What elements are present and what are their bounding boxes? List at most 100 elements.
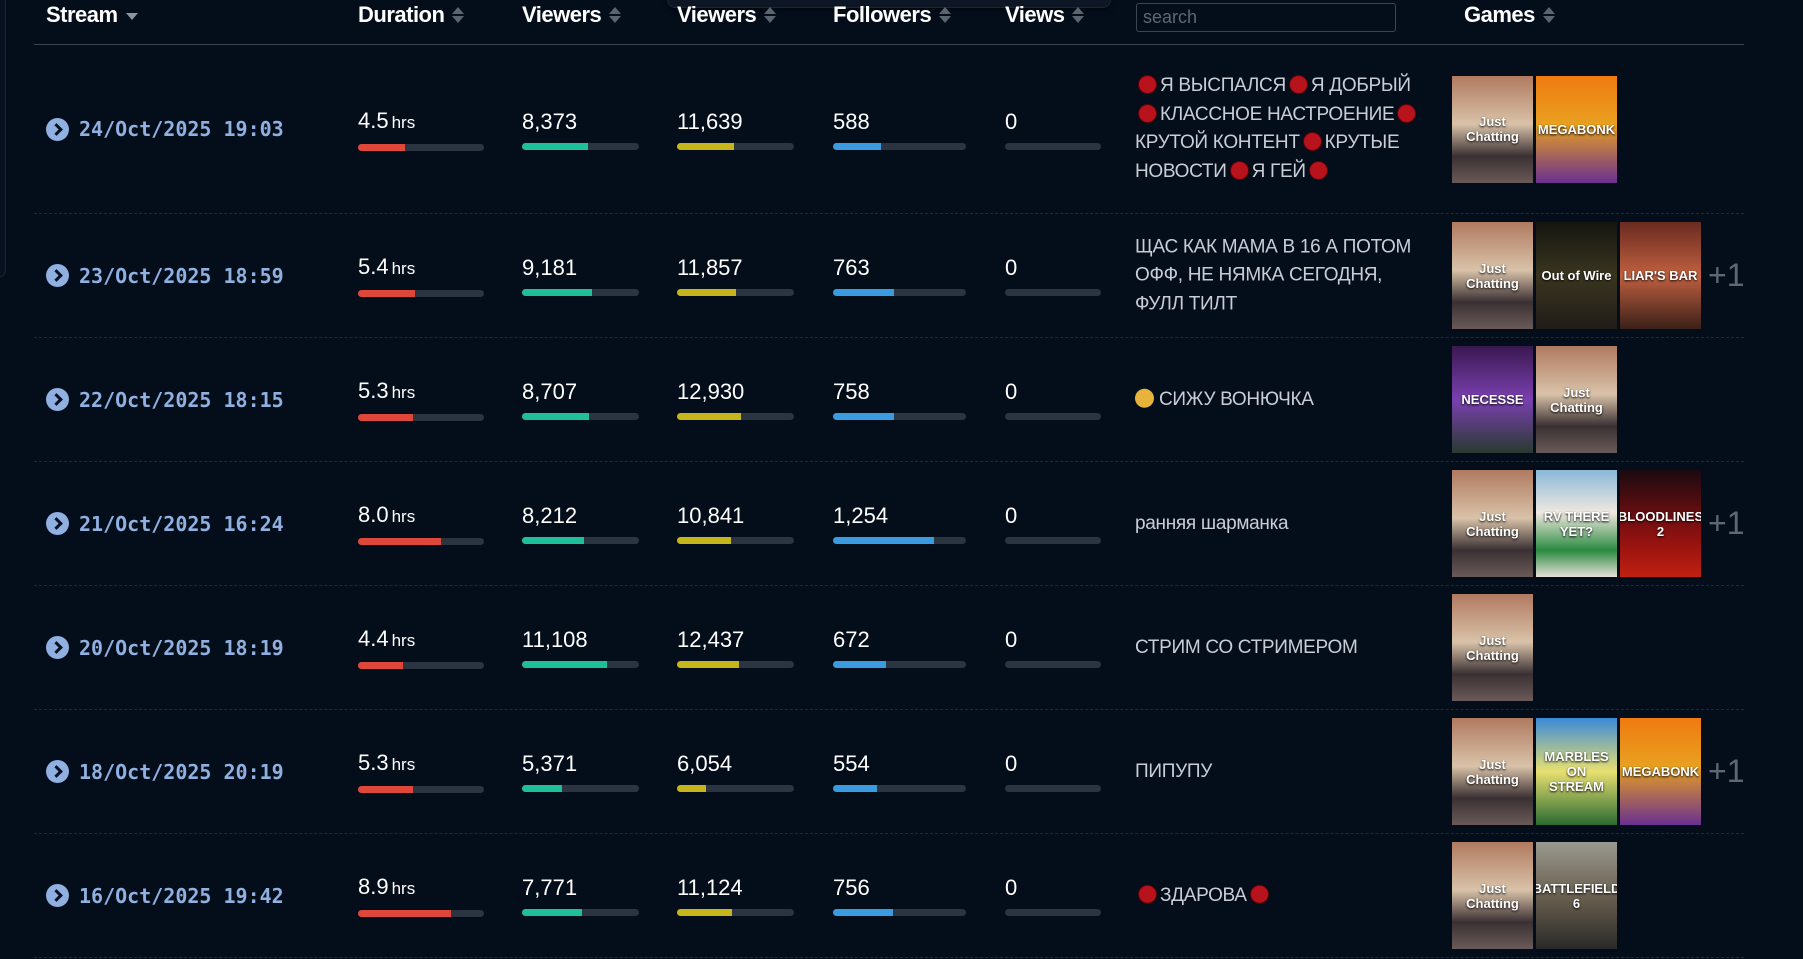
viewers-peak-cell: 11,124	[677, 834, 794, 957]
table-row: 21/Oct/2025 16:24 8.0 hrs 8,212 10,841 1,254 0…	[34, 462, 1744, 586]
duration-bar	[358, 662, 484, 669]
chevron-right-icon[interactable]	[46, 264, 69, 287]
views-bar	[1005, 785, 1101, 792]
header-games[interactable]: Games	[1464, 2, 1555, 28]
stream-title: ПИПУПУ	[1135, 710, 1435, 833]
views-cell: 0	[1005, 462, 1101, 585]
stream-date[interactable]: 18/Oct/2025 20:19	[79, 760, 284, 784]
stream-title: ЗДАРОВА	[1135, 834, 1435, 957]
unit-label: hrs	[391, 507, 416, 526]
game-name: Just Chatting	[1550, 384, 1603, 415]
stream-cell[interactable]: 16/Oct/2025 19:42	[46, 834, 284, 957]
duration-bar	[358, 414, 484, 421]
header-followers[interactable]: Followers	[833, 2, 952, 28]
header-views[interactable]: Views	[1005, 2, 1085, 28]
stream-cell[interactable]: 21/Oct/2025 16:24	[46, 462, 284, 585]
viewers-avg-cell: 8,373	[522, 45, 639, 213]
bar-fill	[522, 537, 584, 544]
duration-bar	[358, 910, 484, 917]
views-cell: 0	[1005, 338, 1101, 461]
duration-cell: 4.5 hrs	[358, 45, 484, 213]
followers-cell: 763	[833, 214, 966, 337]
chevron-right-icon[interactable]	[46, 512, 69, 535]
red-circle-emoji-icon	[1138, 75, 1157, 94]
stream-date[interactable]: 23/Oct/2025 18:59	[79, 264, 284, 288]
table-body: 24/Oct/2025 19:03 4.5 hrs 8,373 11,639 588 0 Я …	[34, 45, 1744, 958]
viewers-peak-bar	[677, 537, 794, 544]
value-text: 12,437	[677, 627, 745, 652]
stream-date[interactable]: 21/Oct/2025 16:24	[79, 512, 284, 536]
chevron-right-icon[interactable]	[46, 760, 69, 783]
viewers-peak-bar	[677, 142, 794, 150]
followers-bar	[833, 413, 966, 420]
game-thumbnail[interactable]: Just Chatting	[1452, 470, 1533, 577]
value-text: 763	[833, 255, 870, 280]
games-cell: Just Chatting BATTLEFIELD 6	[1452, 834, 1617, 957]
value-text: 0	[1005, 751, 1018, 776]
chevron-right-icon[interactable]	[46, 884, 69, 907]
followers-bar	[833, 909, 966, 916]
game-thumbnail[interactable]: MEGABONK	[1620, 718, 1701, 825]
stream-cell[interactable]: 20/Oct/2025 18:19	[46, 586, 284, 709]
stream-date[interactable]: 20/Oct/2025 18:19	[79, 636, 284, 660]
game-thumbnail[interactable]: Just Chatting	[1452, 75, 1533, 183]
stream-date[interactable]: 24/Oct/2025 19:03	[79, 117, 284, 141]
header-stream[interactable]: Stream	[46, 2, 138, 28]
header-duration[interactable]: Duration	[358, 2, 465, 28]
game-thumbnail[interactable]: NECESSE	[1452, 346, 1533, 453]
value-text: 11,108	[522, 627, 588, 652]
game-thumbnail[interactable]: BATTLEFIELD 6	[1536, 842, 1617, 949]
chevron-right-icon[interactable]	[46, 388, 69, 411]
games-cell: Just Chatting MEGABONK	[1452, 45, 1617, 213]
followers-bar	[833, 289, 966, 296]
header-viewers-avg[interactable]: Viewers	[522, 2, 622, 28]
bar-fill	[833, 661, 887, 668]
game-name: Just Chatting	[1466, 508, 1519, 539]
bar-fill	[522, 289, 593, 296]
game-thumbnail[interactable]: Just Chatting	[1452, 842, 1533, 949]
game-name: NECESSE	[1461, 392, 1524, 407]
header-views-label: Views	[1005, 2, 1065, 27]
table-row: 18/Oct/2025 20:19 5.3 hrs 5,371 6,054 554 0 ПИП…	[34, 710, 1744, 834]
game-thumbnail[interactable]: RV THERE YET?	[1536, 470, 1617, 577]
viewers-avg-value: 8,707	[522, 379, 577, 405]
stream-cell[interactable]: 22/Oct/2025 18:15	[46, 338, 284, 461]
title-text: ранняя шарманка	[1135, 512, 1289, 534]
viewers-peak-cell: 6,054	[677, 710, 794, 833]
stream-cell[interactable]: 23/Oct/2025 18:59	[46, 214, 284, 337]
game-thumbnail[interactable]: Just Chatting	[1452, 718, 1533, 825]
stream-date[interactable]: 22/Oct/2025 18:15	[79, 388, 284, 412]
views-value: 0	[1005, 627, 1017, 653]
stream-cell[interactable]: 24/Oct/2025 19:03	[46, 45, 284, 213]
stream-cell[interactable]: 18/Oct/2025 20:19	[46, 710, 284, 833]
viewers-avg-cell: 5,371	[522, 710, 639, 833]
followers-value: 758	[833, 379, 870, 405]
title-text: КЛАССНОЕ НАСТРОЕНИЕ	[1160, 103, 1395, 125]
more-games-count[interactable]: +1	[1708, 257, 1744, 294]
chevron-right-icon[interactable]	[46, 636, 69, 659]
more-games-count[interactable]: +1	[1708, 505, 1744, 542]
search-input[interactable]	[1136, 3, 1396, 32]
views-cell: 0	[1005, 586, 1101, 709]
value-text: 11,857	[677, 255, 743, 280]
game-thumbnail[interactable]: Just Chatting	[1452, 594, 1533, 701]
chevron-right-icon[interactable]	[46, 117, 69, 141]
game-thumbnail[interactable]: LIAR'S BAR	[1620, 222, 1701, 329]
game-thumbnail[interactable]: Just Chatting	[1452, 222, 1533, 329]
game-thumbnail[interactable]: BLOODLINES 2	[1620, 470, 1701, 577]
game-name: Just Chatting	[1466, 756, 1519, 787]
red-circle-emoji-icon	[1138, 103, 1157, 123]
bar-fill	[358, 662, 404, 669]
table-row: 20/Oct/2025 18:19 4.4 hrs 11,108 12,437 672 0 С…	[34, 586, 1744, 710]
stream-date[interactable]: 16/Oct/2025 19:42	[79, 884, 284, 908]
game-thumbnail[interactable]: MEGABONK	[1536, 75, 1617, 183]
game-thumbnail[interactable]: Out of Wire	[1536, 222, 1617, 329]
title-text: ПИПУПУ	[1135, 760, 1212, 782]
duration-bar	[358, 538, 484, 545]
header-viewers-peak[interactable]: Viewers	[677, 2, 777, 28]
unit-label: hrs	[391, 879, 416, 898]
game-name: Just Chatting	[1466, 880, 1519, 911]
game-thumbnail[interactable]: Just Chatting	[1536, 346, 1617, 453]
game-thumbnail[interactable]: MARBLES ON STREAM	[1536, 718, 1617, 825]
more-games-count[interactable]: +1	[1708, 753, 1744, 790]
